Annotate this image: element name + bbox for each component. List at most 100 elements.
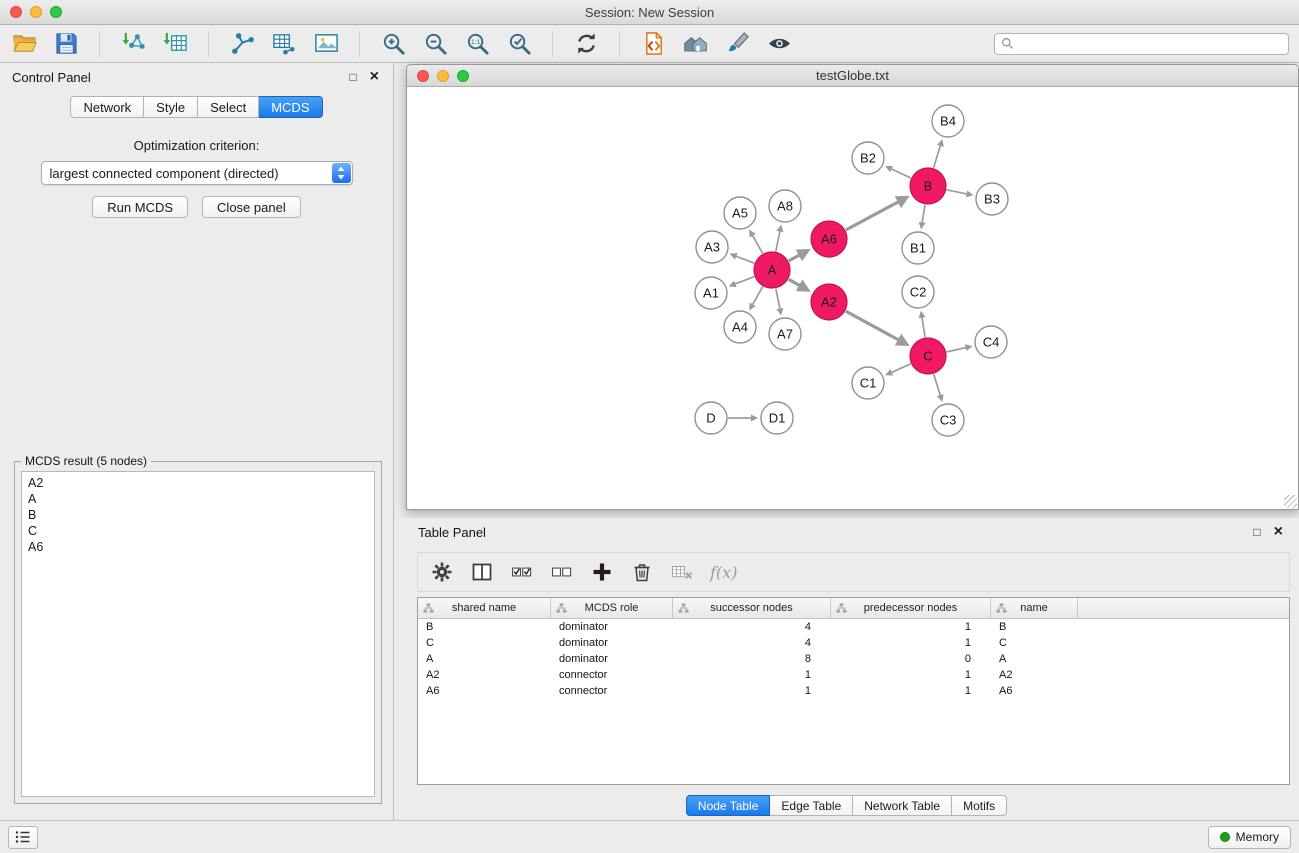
split-panel-icon[interactable]: [470, 560, 494, 584]
table-cell[interactable]: 1: [831, 669, 991, 681]
minimize-window-button[interactable]: [30, 6, 42, 18]
zoom-in-icon[interactable]: [379, 30, 407, 58]
table-cell[interactable]: dominator: [551, 653, 673, 665]
graph-edge-B-B2[interactable]: [887, 167, 911, 178]
table-cell[interactable]: A6: [991, 685, 1078, 697]
graph-edge-B-B1[interactable]: [921, 205, 925, 228]
close-window-button[interactable]: [10, 6, 22, 18]
graph-edge-A-A4[interactable]: [750, 287, 763, 309]
style-brush-icon[interactable]: [723, 30, 751, 58]
delete-column-icon[interactable]: [670, 560, 694, 584]
table-cell[interactable]: connector: [551, 669, 673, 681]
table-cell[interactable]: A: [991, 653, 1078, 665]
column-header-successor-nodes[interactable]: successor nodes: [673, 598, 831, 618]
refresh-icon[interactable]: [572, 30, 600, 58]
network-share-icon[interactable]: [228, 30, 256, 58]
table-cell[interactable]: 1: [831, 685, 991, 697]
network-table-icon[interactable]: [270, 30, 298, 58]
tab-mcds[interactable]: MCDS: [259, 96, 322, 118]
table-cell[interactable]: B: [991, 621, 1078, 633]
float-table-panel-icon[interactable]: □: [1253, 526, 1260, 538]
graph-edge-A6-B[interactable]: [846, 197, 907, 230]
session-document-icon[interactable]: [639, 30, 667, 58]
fullscreen-window-button[interactable]: [50, 6, 62, 18]
tab-node-table[interactable]: Node Table: [686, 795, 771, 816]
graph-edge-C-C3[interactable]: [934, 374, 942, 400]
result-item[interactable]: C: [22, 523, 374, 539]
zoom-fit-icon[interactable]: [505, 30, 533, 58]
table-cell[interactable]: 1: [831, 621, 991, 633]
network-zoom-button[interactable]: [457, 70, 469, 82]
graph-edge-A-A3[interactable]: [731, 254, 754, 263]
network-close-button[interactable]: [417, 70, 429, 82]
network-minimize-button[interactable]: [437, 70, 449, 82]
table-cell[interactable]: 1: [673, 685, 831, 697]
graph-edge-A-A5[interactable]: [750, 231, 763, 253]
table-cell[interactable]: 8: [673, 653, 831, 665]
table-row[interactable]: A6connector11A6: [418, 683, 1289, 699]
table-cell[interactable]: A: [418, 653, 551, 665]
table-cell[interactable]: A2: [418, 669, 551, 681]
resize-grip-icon[interactable]: [1284, 495, 1297, 508]
zoom-out-icon[interactable]: [421, 30, 449, 58]
tab-style[interactable]: Style: [144, 96, 198, 118]
graph-edge-B-B4[interactable]: [934, 141, 942, 168]
table-cell[interactable]: A2: [991, 669, 1078, 681]
select-all-icon[interactable]: [510, 560, 534, 584]
optimization-criterion-dropdown[interactable]: largest connected component (directed): [41, 161, 353, 185]
tab-network[interactable]: Network: [70, 96, 144, 118]
result-item[interactable]: A2: [22, 475, 374, 491]
tab-select[interactable]: Select: [198, 96, 259, 118]
import-network-icon[interactable]: [119, 30, 147, 58]
home-pair-icon[interactable]: [681, 30, 709, 58]
close-panel-icon[interactable]: ×: [370, 69, 379, 85]
table-cell[interactable]: A6: [418, 685, 551, 697]
column-header-shared-name[interactable]: shared name: [418, 598, 551, 618]
graph-edge-A-A2[interactable]: [789, 279, 808, 290]
eye-icon[interactable]: [765, 30, 793, 58]
network-canvas[interactable]: AA1A2A3A4A5A6A7A8BB1B2B3B4CC1C2C3C4DD1: [407, 88, 1298, 509]
table-cell[interactable]: C: [418, 637, 551, 649]
table-row[interactable]: Bdominator41B: [418, 619, 1289, 635]
graph-edge-C-C4[interactable]: [947, 347, 971, 352]
result-item[interactable]: A6: [22, 539, 374, 555]
table-cell[interactable]: dominator: [551, 637, 673, 649]
tab-edge-table[interactable]: Edge Table: [770, 795, 853, 816]
graph-edge-A-A1[interactable]: [730, 277, 754, 286]
graph-edge-B-B3[interactable]: [947, 190, 972, 195]
table-cell[interactable]: connector: [551, 685, 673, 697]
table-cell[interactable]: 0: [831, 653, 991, 665]
table-cell[interactable]: 1: [831, 637, 991, 649]
graph-edge-A-A7[interactable]: [776, 289, 781, 314]
panel-menu-button[interactable]: [8, 826, 38, 849]
open-file-icon[interactable]: [10, 30, 38, 58]
memory-button[interactable]: Memory: [1208, 826, 1291, 849]
search-input[interactable]: [1019, 37, 1282, 51]
run-mcds-button[interactable]: Run MCDS: [92, 196, 188, 218]
save-icon[interactable]: [52, 30, 80, 58]
graph-edge-C-C1[interactable]: [887, 364, 911, 375]
settings-gear-icon[interactable]: [430, 560, 454, 584]
deselect-all-icon[interactable]: [550, 560, 574, 584]
column-header-predecessor-nodes[interactable]: predecessor nodes: [831, 598, 991, 618]
graph-edge-A-A8[interactable]: [776, 226, 781, 251]
function-builder-icon[interactable]: f(x): [710, 563, 737, 582]
graph-edge-C-C2[interactable]: [921, 313, 925, 338]
close-table-panel-icon[interactable]: ×: [1274, 524, 1283, 540]
table-row[interactable]: Adominator80A: [418, 651, 1289, 667]
table-cell[interactable]: dominator: [551, 621, 673, 633]
table-row[interactable]: A2connector11A2: [418, 667, 1289, 683]
table-row[interactable]: Cdominator41C: [418, 635, 1289, 651]
add-column-icon[interactable]: [590, 560, 614, 584]
table-cell[interactable]: 4: [673, 637, 831, 649]
tab-motifs[interactable]: Motifs: [952, 795, 1007, 816]
graph-edge-A-A6[interactable]: [789, 251, 808, 261]
float-panel-icon[interactable]: □: [349, 71, 356, 83]
column-header-MCDS-role[interactable]: MCDS role: [551, 598, 673, 618]
zoom-actual-icon[interactable]: 1:1: [463, 30, 491, 58]
delete-table-icon[interactable]: [630, 560, 654, 584]
tab-network-table[interactable]: Network Table: [853, 795, 952, 816]
column-header-name[interactable]: name: [991, 598, 1078, 618]
table-cell[interactable]: 4: [673, 621, 831, 633]
result-item[interactable]: A: [22, 491, 374, 507]
